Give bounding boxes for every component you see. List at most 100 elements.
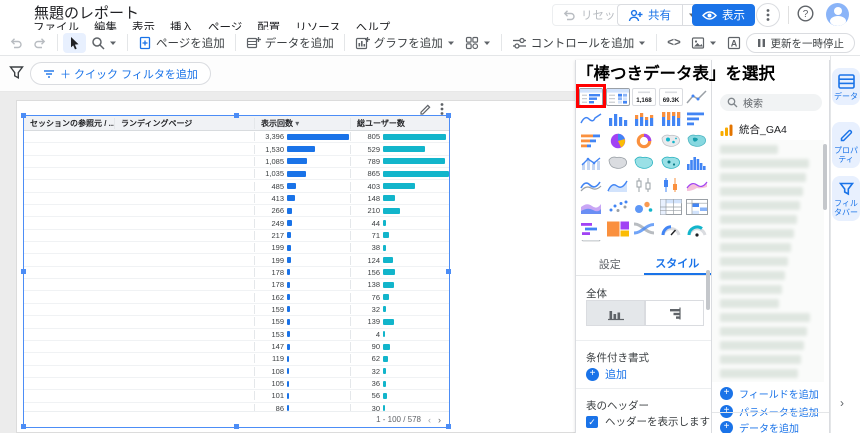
add-quick-filter-button[interactable]: ＋ クイック フィルタを追加 — [30, 62, 211, 85]
selection-handle[interactable] — [21, 268, 26, 274]
undo-button[interactable] — [4, 33, 28, 53]
selection-handle[interactable] — [233, 424, 239, 429]
field-item-blurred[interactable] — [720, 369, 798, 378]
field-item-blurred[interactable] — [720, 243, 791, 252]
field-item-blurred[interactable] — [720, 201, 800, 210]
pause-updates-button[interactable]: 更新を一時停止 — [745, 33, 855, 53]
chart-type-geo-bubbles-icon[interactable] — [658, 130, 685, 152]
share-button[interactable]: 共有 — [617, 4, 702, 26]
data-source-row[interactable]: 統合_GA4 — [720, 122, 787, 137]
chart-type-bubble-icon[interactable] — [631, 196, 658, 218]
chart-type-gauge2-icon[interactable] — [684, 218, 711, 240]
funnel-icon[interactable] — [9, 65, 24, 80]
chart-type-bar-h-stacked-icon[interactable] — [578, 130, 605, 152]
field-item-blurred[interactable] — [720, 327, 807, 336]
embed-button[interactable]: <> — [662, 34, 685, 52]
edit-pencil-icon[interactable] — [419, 103, 432, 116]
textbox-button[interactable]: A — [722, 33, 746, 53]
selection-handle[interactable] — [21, 424, 26, 429]
header-more-button[interactable] — [756, 3, 780, 27]
chart-type-combo-icon[interactable] — [578, 152, 605, 174]
chart-type-scatter-icon[interactable] — [605, 196, 632, 218]
add-page-button[interactable]: ページを追加 — [133, 32, 230, 54]
community-viz-button[interactable] — [460, 33, 496, 53]
field-item-blurred[interactable] — [720, 229, 794, 238]
chart-type-pivot-heat-icon[interactable] — [684, 196, 711, 218]
checkbox-checked-icon[interactable]: ✓ — [586, 415, 598, 428]
chart-type-pivot-icon[interactable] — [658, 196, 685, 218]
add-control-button[interactable]: コントロールを追加 — [507, 32, 652, 54]
avatar[interactable] — [826, 3, 849, 26]
chart-type-donut-icon[interactable] — [631, 130, 658, 152]
image-button[interactable] — [686, 33, 722, 53]
selection-handle[interactable] — [446, 424, 451, 429]
tab-style[interactable]: スタイル — [643, 252, 711, 275]
field-list-blurred[interactable] — [712, 140, 824, 382]
col-header-source[interactable]: セッションの参照元 / ... — [24, 118, 114, 129]
add-conditional-format-button[interactable]: + 追加 — [586, 366, 627, 382]
chart-type-pie-icon[interactable] — [605, 130, 632, 152]
field-item-blurred[interactable] — [720, 355, 801, 364]
field-item-blurred[interactable] — [720, 285, 782, 294]
field-item-blurred[interactable] — [720, 271, 785, 280]
chart-type-band-area-icon[interactable] — [684, 174, 711, 196]
chart-type-scorecard1-icon[interactable]: 1,168 — [631, 86, 658, 108]
chart-type-geo-filled-icon[interactable] — [684, 130, 711, 152]
tab-setup[interactable]: 設定 — [576, 252, 644, 275]
chart-type-bar-line-icon[interactable] — [578, 218, 605, 240]
field-list-scrollbar[interactable] — [823, 144, 827, 210]
chart-type-treemap-icon[interactable] — [605, 218, 632, 240]
panel-scrollbar[interactable] — [706, 270, 710, 310]
selection-handle[interactable] — [446, 268, 451, 274]
chart-type-col-stacked-icon[interactable] — [631, 108, 658, 130]
add-field-button[interactable]: + フィールドを追加 — [720, 386, 819, 401]
rail-item-properties[interactable]: プロパティ — [832, 122, 860, 168]
chart-type-candlestick-icon[interactable] — [631, 174, 658, 196]
chart-type-scorecard2-icon[interactable]: 69.3K — [658, 86, 685, 108]
bar-table-chart[interactable]: セッションの参照元 / ... ランディングページ 表示回数 ▾ 総ユーザー数 … — [21, 103, 451, 429]
chart-type-line-up-icon[interactable] — [684, 86, 711, 108]
field-item-blurred[interactable] — [720, 145, 778, 154]
chart-type-table-heatmap-icon[interactable] — [605, 86, 632, 108]
help-button[interactable]: ? — [797, 5, 814, 22]
chart-type-area-stacked-icon[interactable] — [578, 196, 605, 218]
selection-handle[interactable] — [233, 113, 239, 118]
rail-item-data[interactable]: データ — [832, 68, 860, 105]
chart-type-col-bars-icon[interactable] — [605, 108, 632, 130]
selection-handle[interactable] — [21, 113, 26, 118]
chart-type-col-100-icon[interactable] — [658, 108, 685, 130]
chart-type-candlestick2-icon[interactable] — [658, 174, 685, 196]
add-chart-button[interactable]: グラフを追加 — [350, 32, 460, 54]
chart-type-bar-h-icon[interactable] — [684, 108, 711, 130]
chart-type-map-teal2-icon[interactable] — [658, 152, 685, 174]
field-search-input[interactable]: 検索 — [720, 94, 822, 111]
collapse-panel-chevron[interactable]: › — [840, 396, 844, 410]
chart-type-map-teal-icon[interactable] — [631, 152, 658, 174]
horizontal-bars-option[interactable] — [645, 300, 704, 326]
field-item-blurred[interactable] — [720, 215, 797, 224]
show-header-checkbox-row[interactable]: ✓ ヘッダーを表示します — [586, 414, 710, 429]
col-header-landing[interactable]: ランディングページ — [114, 117, 254, 129]
field-item-blurred[interactable] — [720, 341, 804, 350]
field-item-blurred[interactable] — [720, 173, 806, 182]
select-tool-button[interactable] — [63, 32, 86, 53]
add-data-button[interactable]: + データを追加 — [720, 420, 799, 433]
chart-type-area-smooth-icon[interactable] — [605, 174, 632, 196]
page-prev-icon[interactable]: ‹ — [428, 415, 431, 425]
chart-type-map-gray-icon[interactable] — [605, 152, 632, 174]
chart-type-line-smooth-icon[interactable] — [578, 174, 605, 196]
field-item-blurred[interactable] — [720, 313, 810, 322]
view-button[interactable]: 表示 — [692, 4, 755, 26]
chart-type-histogram-icon[interactable] — [684, 152, 711, 174]
vertical-bars-option[interactable] — [586, 300, 645, 326]
field-item-blurred[interactable] — [720, 257, 788, 266]
selection-handle[interactable] — [446, 113, 451, 118]
field-item-blurred[interactable] — [720, 299, 779, 308]
add-data-button[interactable]: データを追加 — [241, 32, 339, 54]
col-header-users[interactable]: 総ユーザー数 — [350, 117, 449, 129]
rail-item-filter-bar[interactable]: フィルタバー — [832, 176, 860, 221]
field-item-blurred[interactable] — [720, 187, 803, 196]
col-header-views[interactable]: 表示回数 ▾ — [254, 117, 350, 129]
field-item-blurred[interactable] — [720, 159, 809, 168]
chart-more-icon[interactable] — [440, 102, 444, 116]
